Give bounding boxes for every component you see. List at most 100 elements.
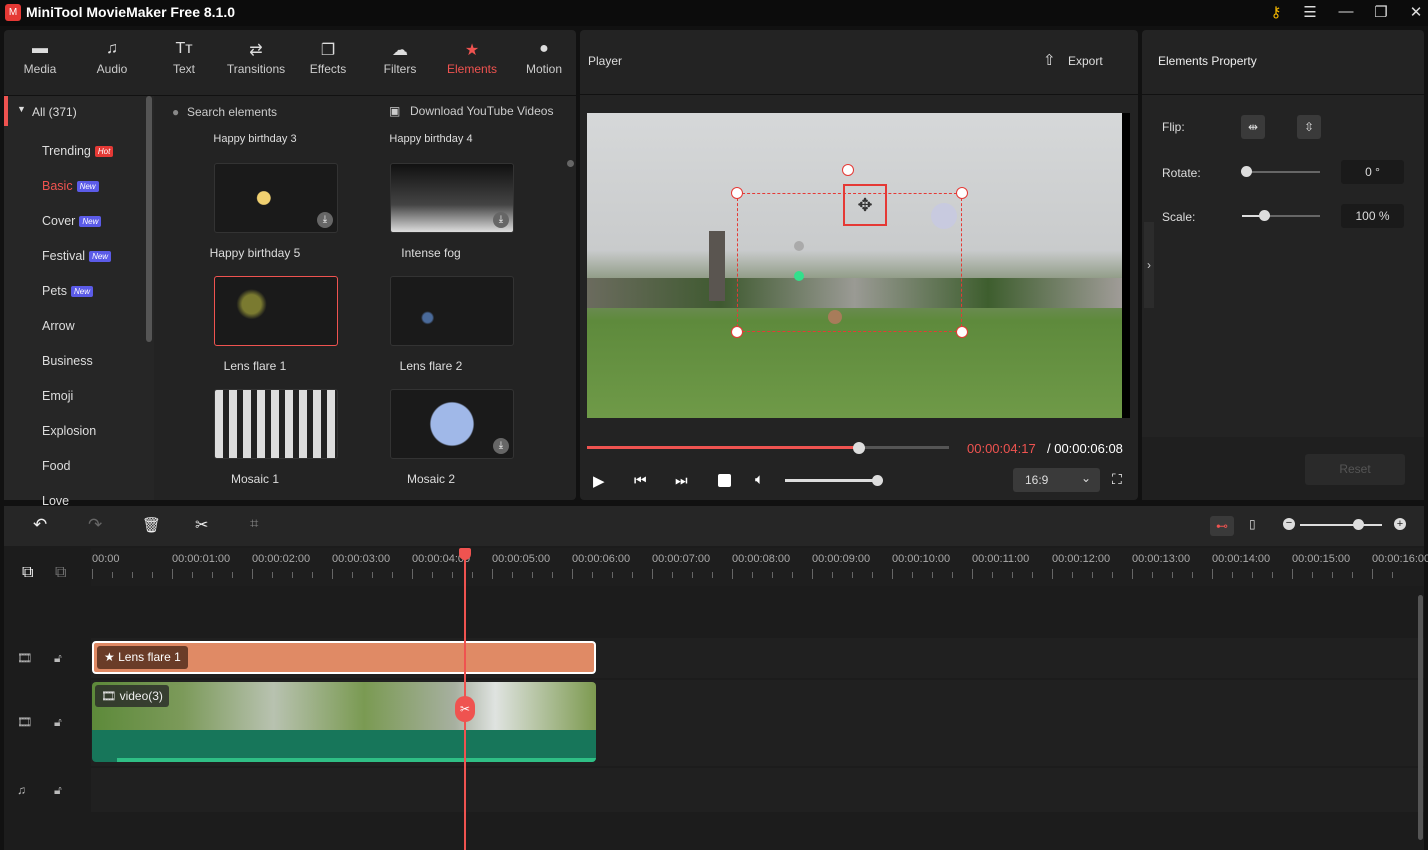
resize-handle[interactable] [731,187,743,199]
tab-motion[interactable]: ● Motion [512,40,576,76]
tab-elements[interactable]: ★ Elements [440,40,504,76]
zoom-slider[interactable] [1300,524,1382,526]
ruler-tick [352,572,353,578]
lock-icon[interactable]: 🔓︎ [54,783,62,798]
undo-icon[interactable]: ↶ [33,515,47,535]
tab-audio[interactable]: ♫ Audio [80,40,144,76]
caret-down-icon[interactable]: ▼ [17,104,26,114]
progress-handle[interactable] [852,442,865,454]
lock-icon[interactable]: 🔓︎ [54,715,62,730]
category-explosion[interactable]: Explosion [42,424,142,438]
minimize-icon[interactable]: — [1334,3,1358,23]
elements-icon: ★ [104,650,119,664]
rotate-input[interactable]: 0 ° [1341,160,1404,184]
hot-badge: Hot [94,146,114,158]
element-label: Happy birthday 5 [209,246,301,260]
ruler-label: 00:00 [92,553,120,565]
rotate-handle[interactable] [1241,166,1252,177]
tab-filters[interactable]: ☁ Filters [368,40,432,76]
element-thumbnail[interactable]: ⤓ [214,163,338,233]
tab-transitions[interactable]: ⇄ Transitions [224,40,288,76]
tab-effects[interactable]: ❐ Effects [296,40,360,76]
element-thumbnail[interactable] [390,276,514,346]
rotate-handle[interactable] [842,164,854,176]
previous-frame-icon[interactable]: ⏮ [634,472,647,489]
reset-button[interactable]: Reset [1305,454,1405,485]
category-arrow[interactable]: Arrow [42,319,142,333]
export-button[interactable]: Export [1068,54,1103,68]
category-pets[interactable]: Pets New [42,284,142,298]
download-icon[interactable]: ⤓ [493,438,509,454]
ruler-label: 00:00:12:00 [1052,553,1111,565]
category-festival[interactable]: Festival New [42,249,142,263]
video-clip[interactable]: 🎞︎ video(3) [92,682,596,762]
rotate-slider[interactable] [1242,171,1320,173]
category-basic[interactable]: Basic New [42,179,142,193]
tab-media[interactable]: ▬ Media [8,40,72,76]
resize-handle[interactable] [956,326,968,338]
flip-horizontal-button[interactable]: ⇹ [1241,115,1265,139]
ruler-tick [1292,569,1293,579]
category-all[interactable]: All (371) [32,105,77,119]
ruler-tick [752,572,753,578]
ruler-tick [312,572,313,578]
move-icon[interactable]: ✥ [843,184,887,226]
element-thumbnail[interactable]: ⤓ [390,389,514,459]
volume-icon[interactable]: 🔈︎ [755,471,764,488]
snap-icon[interactable]: ⊷ [1210,516,1234,536]
flip-vertical-button[interactable]: ⇳ [1297,115,1321,139]
element-thumbnail[interactable] [214,276,338,346]
volume-slider[interactable] [785,479,878,482]
delete-icon[interactable]: 🗑︎ [142,516,161,534]
ruler-tick [1232,572,1233,578]
timeline-scrollbar[interactable] [1418,595,1423,840]
resize-handle[interactable] [956,187,968,199]
download-icon[interactable]: ⤓ [317,212,333,228]
split-icon[interactable]: ✂ [195,515,208,535]
category-food[interactable]: Food [42,459,142,473]
aspect-ratio-select[interactable]: 16:9 ⌄ [1013,468,1100,492]
redo-icon[interactable]: ↷ [88,515,102,535]
search-input[interactable]: Search elements [187,105,277,119]
scale-slider[interactable] [1242,215,1320,217]
add-track-icon[interactable]: ⧉ [22,564,33,582]
fullscreen-icon[interactable]: ⛶ [1112,471,1122,488]
zoom-handle[interactable] [1353,519,1364,530]
category-emoji[interactable]: Emoji [42,389,142,403]
key-icon[interactable]: ⚷ [1264,3,1288,23]
maximize-icon[interactable]: ❐ [1369,3,1393,23]
category-business[interactable]: Business [42,354,142,368]
category-trending[interactable]: Trending Hot [42,144,142,158]
zoom-in-icon[interactable]: + [1394,518,1406,530]
remove-track-icon[interactable]: ⧉ [55,564,66,582]
ruler-tick [1172,572,1173,578]
progress-track[interactable] [587,446,949,449]
scale-input[interactable]: 100 % [1341,204,1404,228]
lock-icon[interactable]: 🔓︎ [54,651,62,666]
fit-icon[interactable]: ▯ [1249,517,1256,531]
play-icon[interactable]: ▶ [593,472,605,490]
volume-handle[interactable] [872,475,883,486]
element-thumbnail[interactable] [214,389,338,459]
preview-canvas[interactable]: ✥ [587,113,1130,418]
grid-scrollbar[interactable] [567,160,574,167]
crop-icon[interactable]: ⌗ [250,515,258,532]
download-icon[interactable]: ⤓ [493,212,509,228]
tab-text[interactable]: Tт Text [152,40,216,76]
scale-handle[interactable] [1259,210,1270,221]
sidebar-scrollbar[interactable] [146,96,152,342]
next-frame-icon[interactable]: ⏭ [675,472,688,489]
menu-icon[interactable]: ☰ [1298,3,1322,23]
element-clip[interactable]: ★ Lens flare 1 [92,641,596,674]
download-youtube-link[interactable]: Download YouTube Videos [410,104,553,118]
close-icon[interactable]: ✕ [1404,3,1428,23]
zoom-out-icon[interactable]: − [1283,518,1295,530]
split-scissors-icon[interactable]: ✂ [455,696,475,722]
ruler-tick [332,569,333,579]
category-cover[interactable]: Cover New [42,214,142,228]
stop-icon[interactable] [718,474,731,487]
element-thumbnail[interactable]: ⤓ [390,163,514,233]
collapse-toggle[interactable]: › [1144,222,1154,308]
playhead-handle[interactable] [459,548,471,560]
resize-handle[interactable] [731,326,743,338]
